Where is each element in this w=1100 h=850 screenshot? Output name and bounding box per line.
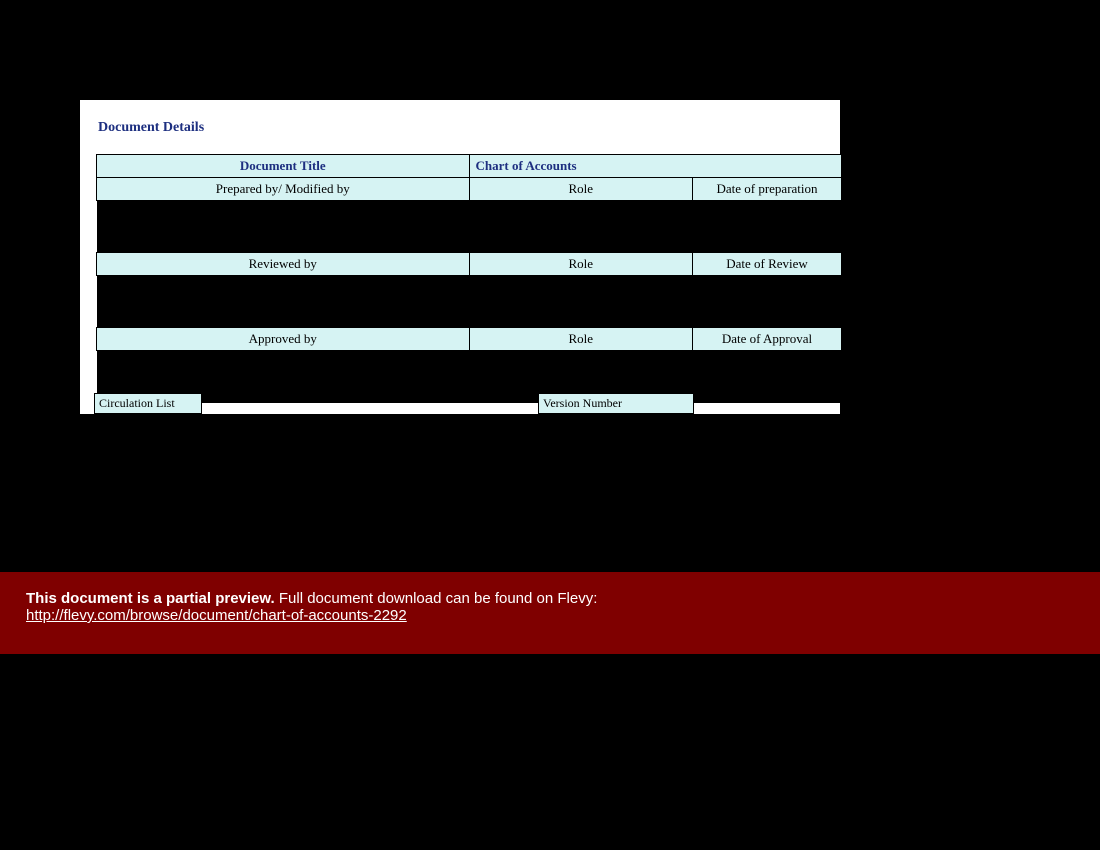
table-gap	[97, 201, 842, 253]
table-row: Prepared by/ Modified by Role Date of pr…	[97, 178, 842, 201]
reviewed-by-label: Reviewed by	[97, 253, 470, 276]
table-row: Reviewed by Role Date of Review	[97, 253, 842, 276]
document-title-label: Document Title	[97, 155, 470, 178]
table-gap	[97, 351, 842, 403]
document-title-value: Chart of Accounts	[469, 155, 842, 178]
role-label: Role	[469, 253, 693, 276]
version-number-label: Version Number	[538, 393, 694, 414]
table-row: Approved by Role Date of Approval	[97, 328, 842, 351]
date-preparation-label: Date of preparation	[693, 178, 842, 201]
table-row-title: Document Title Chart of Accounts	[97, 155, 842, 178]
section-title: Document Details	[98, 120, 204, 136]
preview-link[interactable]: http://flevy.com/browse/document/chart-o…	[26, 607, 407, 624]
document-details-table: Document Title Chart of Accounts Prepare…	[96, 154, 842, 403]
role-label: Role	[469, 328, 693, 351]
preview-banner: This document is a partial preview. Full…	[0, 572, 1100, 654]
role-label: Role	[469, 178, 693, 201]
date-review-label: Date of Review	[693, 253, 842, 276]
preview-strong: This document is a partial preview.	[26, 590, 275, 607]
prepared-by-label: Prepared by/ Modified by	[97, 178, 470, 201]
date-approval-label: Date of Approval	[693, 328, 842, 351]
preview-rest: Full document download can be found on F…	[275, 590, 598, 607]
table-gap	[97, 276, 842, 328]
document-page: Document Details Document Title Chart of…	[80, 100, 840, 576]
approved-by-label: Approved by	[97, 328, 470, 351]
circulation-list-label: Circulation List	[94, 393, 202, 414]
